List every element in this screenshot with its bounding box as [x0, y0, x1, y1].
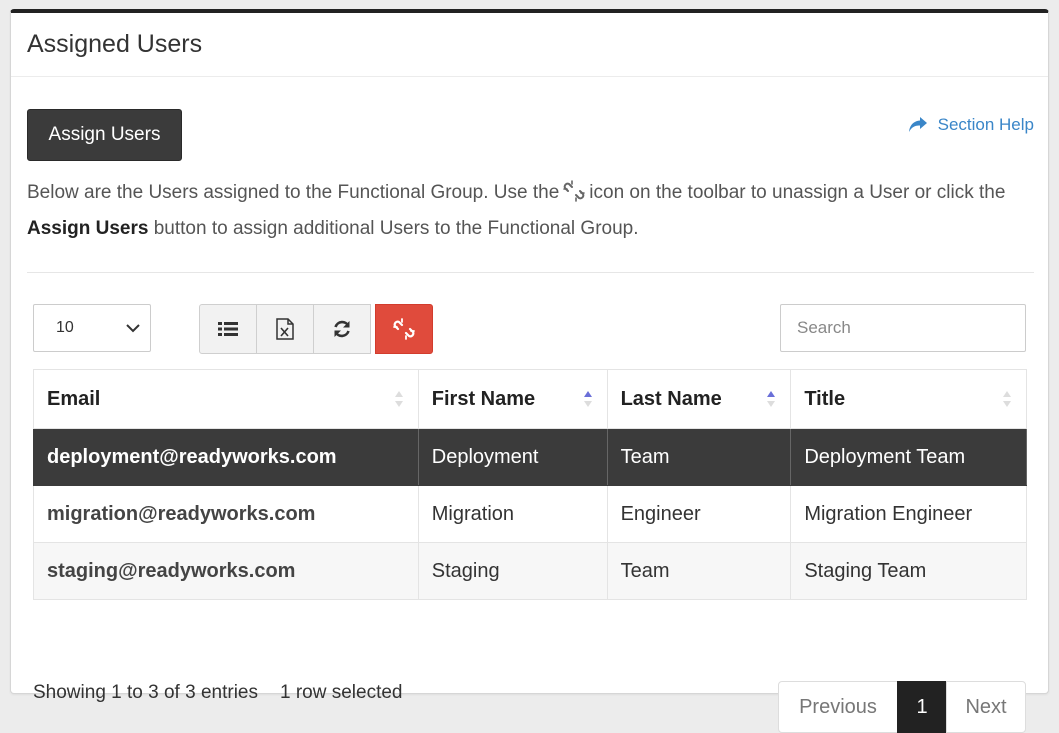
table-row[interactable]: staging@readyworks.com Staging Team Stag… [33, 542, 1027, 600]
sort-icon [394, 391, 403, 407]
cell-title: Deployment Team [790, 428, 1027, 486]
card-header: Assigned Users [11, 13, 1048, 77]
description-text: Below are the Users assigned to the Func… [27, 177, 1027, 245]
column-header-title[interactable]: Title [790, 369, 1027, 429]
cell-last-name: Team [606, 542, 792, 600]
cell-title: Staging Team [790, 542, 1027, 600]
description-part-2: icon on the toolbar to unassign a User o… [589, 182, 1006, 203]
entries-info: Showing 1 to 3 of 3 entries [33, 682, 258, 703]
table-header-row: Email First Name Last Name Title [33, 369, 1027, 429]
unlink-icon [563, 180, 586, 213]
section-help-link[interactable]: Section Help [908, 115, 1034, 135]
excel-export-icon [276, 318, 294, 340]
table-row[interactable]: deployment@readyworks.com Deployment Tea… [33, 428, 1027, 486]
users-table: Email First Name Last Name Title deploym… [33, 369, 1027, 600]
cell-email: deployment@readyworks.com [33, 428, 419, 486]
selection-info: 1 row selected [279, 682, 403, 703]
column-header-label: First Name [431, 387, 536, 410]
refresh-button[interactable] [313, 304, 371, 354]
column-list-button[interactable] [199, 304, 257, 354]
share-arrow-icon [908, 117, 927, 132]
page-1-button[interactable]: 1 [897, 681, 947, 733]
column-header-label: Email [47, 387, 101, 410]
sort-asc-icon [583, 391, 592, 407]
previous-page-button[interactable]: Previous [778, 681, 898, 733]
column-header-label: Title [804, 387, 846, 410]
description-part-1: Below are the Users assigned to the Func… [27, 182, 560, 203]
table-row[interactable]: migration@readyworks.com Migration Engin… [33, 485, 1027, 543]
assign-users-button[interactable]: Assign Users [27, 109, 182, 161]
cell-email: staging@readyworks.com [33, 542, 419, 600]
description-part-3: button to assign additional Users to the… [153, 218, 639, 239]
cell-first-name: Staging [417, 542, 608, 600]
list-icon [218, 322, 238, 336]
sort-asc-icon [767, 391, 776, 407]
table-info: Showing 1 to 3 of 3 entries 1 row select… [33, 682, 403, 704]
table-toolbar [199, 304, 433, 354]
cell-title: Migration Engineer [790, 485, 1027, 543]
column-header-email[interactable]: Email [33, 369, 419, 429]
section-divider [27, 272, 1034, 273]
search-input[interactable] [780, 304, 1026, 352]
pagination: Previous 1 Next [778, 681, 1026, 733]
unassign-button[interactable] [375, 304, 433, 354]
chevron-down-icon [126, 324, 140, 333]
unlink-icon [393, 318, 415, 340]
refresh-icon [334, 320, 350, 338]
next-page-button[interactable]: Next [946, 681, 1026, 733]
description-bold: Assign Users [27, 218, 149, 239]
export-excel-button[interactable] [256, 304, 314, 354]
page-size-value: 10 [56, 319, 74, 336]
cell-email: migration@readyworks.com [33, 485, 419, 543]
assigned-users-card: Assigned Users Assign Users Section Help… [10, 9, 1049, 733]
column-header-first-name[interactable]: First Name [417, 369, 608, 429]
column-header-label: Last Name [620, 387, 722, 410]
card-title: Assigned Users [27, 30, 203, 58]
page-size-select[interactable]: 10 [33, 304, 151, 352]
section-help-label: Section Help [937, 115, 1034, 134]
sort-icon [1003, 391, 1011, 407]
cell-last-name: Engineer [606, 485, 792, 543]
cell-first-name: Deployment [417, 428, 608, 486]
column-header-last-name[interactable]: Last Name [606, 369, 792, 429]
cell-first-name: Migration [417, 485, 608, 543]
cell-last-name: Team [606, 428, 792, 486]
